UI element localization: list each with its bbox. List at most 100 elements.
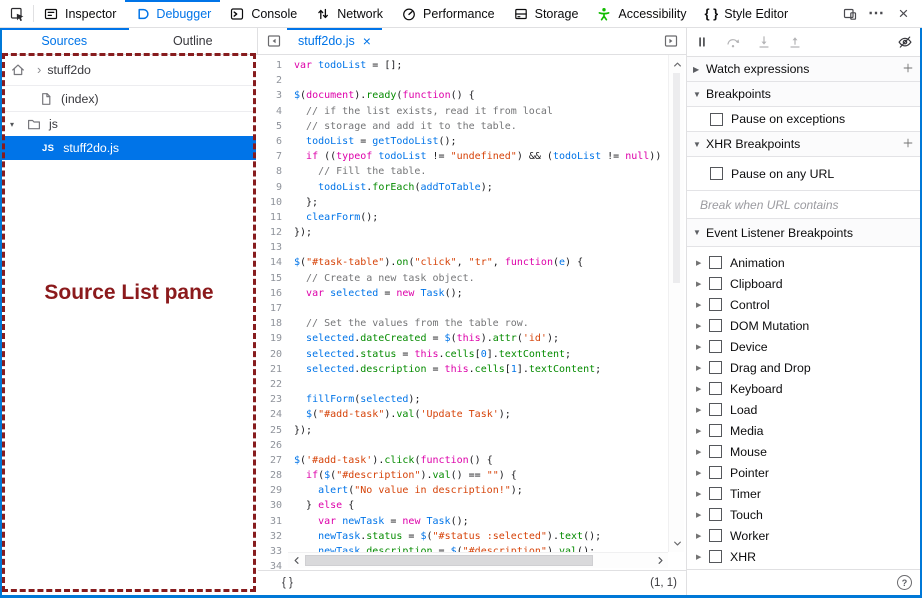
section-header-breakpoints[interactable]: ▼Breakpoints (687, 82, 920, 107)
event-category-timer[interactable]: ▶Timer (687, 483, 920, 504)
checkbox[interactable] (709, 508, 722, 521)
close-tab-icon[interactable]: × (363, 33, 371, 49)
pane-tab-sources[interactable]: Sources (0, 28, 129, 54)
checkbox[interactable] (709, 361, 722, 374)
checkbox[interactable] (709, 487, 722, 500)
pane-tab-outline[interactable]: Outline (129, 28, 258, 54)
element-picker-button[interactable] (0, 0, 33, 27)
checkbox[interactable] (709, 277, 722, 290)
checkbox[interactable] (709, 445, 722, 458)
expand-panes-button[interactable] (658, 29, 684, 53)
add-button[interactable] (902, 137, 914, 152)
event-category-dom-mutation[interactable]: ▶DOM Mutation (687, 315, 920, 336)
event-category-xhr[interactable]: ▶XHR (687, 546, 920, 567)
line-number[interactable]: 28 (258, 468, 282, 483)
deactivate-breakpoints-button[interactable] (897, 34, 913, 50)
checkbox[interactable] (709, 403, 722, 416)
event-category-clipboard[interactable]: ▶Clipboard (687, 273, 920, 294)
tab-accessibility[interactable]: Accessibility (587, 0, 695, 27)
line-number[interactable]: 22 (258, 377, 282, 392)
event-category-worker[interactable]: ▶Worker (687, 525, 920, 546)
line-number[interactable]: 16 (258, 286, 282, 301)
line-number[interactable]: 5 (258, 119, 282, 134)
tree-item--index-[interactable]: (index) (2, 86, 256, 112)
event-category-mouse[interactable]: ▶Mouse (687, 441, 920, 462)
event-category-animation[interactable]: ▶Animation (687, 252, 920, 273)
event-category-control[interactable]: ▶Control (687, 294, 920, 315)
line-number[interactable]: 20 (258, 347, 282, 362)
line-number[interactable]: 13 (258, 240, 282, 255)
line-number[interactable]: 32 (258, 529, 282, 544)
checkbox[interactable] (709, 529, 722, 542)
option-pause-on-any-url[interactable]: Pause on any URL (687, 157, 920, 191)
horizontal-scrollbar-thumb[interactable] (305, 555, 593, 566)
section-header-watch-expressions[interactable]: ▶Watch expressions (687, 57, 920, 82)
checkbox[interactable] (709, 550, 722, 563)
step-in-button[interactable] (756, 34, 772, 50)
tab-storage[interactable]: Storage (504, 0, 588, 27)
scroll-right-button[interactable] (653, 553, 667, 568)
tab-style-editor[interactable]: { }Style Editor (695, 0, 797, 27)
checkbox[interactable] (709, 256, 722, 269)
tab-performance[interactable]: Performance (392, 0, 504, 27)
section-header-xhr-breakpoints[interactable]: ▼XHR Breakpoints (687, 132, 920, 157)
line-number[interactable]: 25 (258, 423, 282, 438)
step-over-button[interactable] (725, 34, 741, 50)
line-number[interactable]: 18 (258, 316, 282, 331)
vertical-scrollbar[interactable] (668, 55, 684, 552)
line-number[interactable]: 10 (258, 195, 282, 210)
close-devtools-button[interactable]: × (890, 1, 917, 27)
add-button[interactable] (902, 62, 914, 77)
checkbox[interactable] (709, 319, 722, 332)
editor-tab-stuff2do-js[interactable]: stuff2do.js × (287, 28, 382, 54)
event-category-drag-and-drop[interactable]: ▶Drag and Drop (687, 357, 920, 378)
line-number[interactable]: 21 (258, 362, 282, 377)
checkbox[interactable] (709, 340, 722, 353)
tree-folder-js[interactable]: ▾js (2, 112, 256, 136)
vertical-scrollbar-thumb[interactable] (673, 73, 680, 283)
collapse-sources-pane-button[interactable] (261, 29, 287, 53)
option-pause-on-exceptions[interactable]: Pause on exceptions (687, 107, 920, 132)
event-category-touch[interactable]: ▶Touch (687, 504, 920, 525)
scroll-left-button[interactable] (289, 553, 303, 568)
line-number[interactable]: 24 (258, 407, 282, 422)
checkbox[interactable] (710, 113, 723, 126)
checkbox[interactable] (710, 167, 723, 180)
event-category-keyboard[interactable]: ▶Keyboard (687, 378, 920, 399)
tree-item-stuff2do-js-selected[interactable]: JSstuff2do.js (2, 136, 256, 160)
line-number[interactable]: 2 (258, 73, 282, 88)
scroll-down-button[interactable] (669, 536, 685, 550)
line-number[interactable]: 11 (258, 210, 282, 225)
checkbox[interactable] (709, 298, 722, 311)
line-number[interactable]: 6 (258, 134, 282, 149)
event-category-pointer[interactable]: ▶Pointer (687, 462, 920, 483)
line-number[interactable]: 30 (258, 498, 282, 513)
help-icon[interactable]: ? (897, 575, 912, 590)
line-number[interactable]: 29 (258, 483, 282, 498)
line-number[interactable]: 33 (258, 544, 282, 559)
tab-inspector[interactable]: Inspector (34, 0, 125, 27)
line-number[interactable]: 4 (258, 104, 282, 119)
line-number[interactable]: 7 (258, 149, 282, 164)
step-out-button[interactable] (787, 34, 803, 50)
xhr-url-input[interactable]: Break when URL contains (687, 191, 920, 219)
line-number[interactable]: 23 (258, 392, 282, 407)
line-number-gutter[interactable]: 1234567891011121314151617181920212223242… (258, 55, 288, 570)
responsive-design-mode-button[interactable] (836, 1, 863, 27)
tab-network[interactable]: Network (306, 0, 392, 27)
line-number[interactable]: 12 (258, 225, 282, 240)
line-number[interactable]: 17 (258, 301, 282, 316)
checkbox[interactable] (709, 466, 722, 479)
tab-console[interactable]: Console (220, 0, 306, 27)
line-number[interactable]: 31 (258, 514, 282, 529)
horizontal-scrollbar[interactable] (288, 552, 668, 568)
tab-debugger[interactable]: Debugger (125, 0, 220, 27)
section-header-event-listener-breakpoints[interactable]: ▼Event Listener Breakpoints (687, 219, 920, 247)
line-number[interactable]: 15 (258, 271, 282, 286)
line-number[interactable]: 19 (258, 331, 282, 346)
line-number[interactable]: 1 (258, 58, 282, 73)
scroll-up-button[interactable] (669, 57, 685, 71)
checkbox[interactable] (709, 424, 722, 437)
line-number[interactable]: 9 (258, 180, 282, 195)
event-category-load[interactable]: ▶Load (687, 399, 920, 420)
